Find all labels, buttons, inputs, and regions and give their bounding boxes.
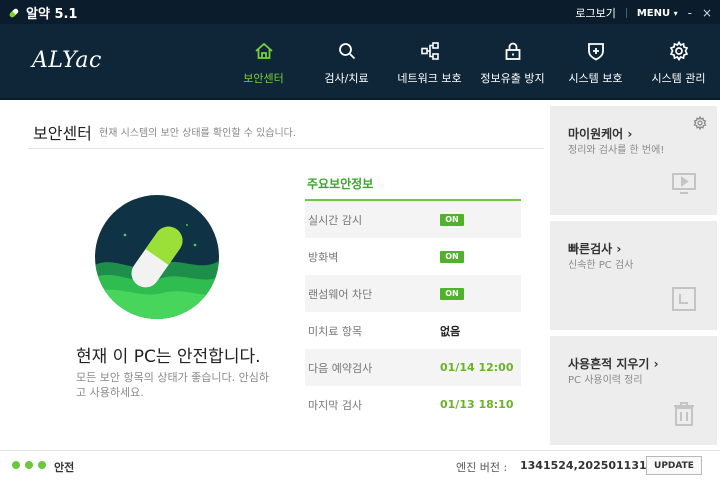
untreated-value: 없음 (440, 324, 461, 338)
card-title: 마이원케어 › (568, 127, 633, 141)
chevron-down-icon: ▾ (673, 8, 678, 18)
quick-scan-card[interactable]: 빠른검사 › 신속한 PC 검사 (550, 221, 717, 330)
pill-logo-icon (9, 8, 19, 17)
title-bar-actions: 로그보기 MENU ▾ - × (575, 5, 712, 21)
title-bar: 알약 5.1 로그보기 MENU ▾ - × (0, 0, 720, 24)
menu-label: MENU (636, 7, 671, 19)
engine-version-label: 엔진 버전 : (456, 461, 508, 474)
divider (625, 8, 627, 18)
realtime-toggle[interactable]: ON (440, 213, 464, 226)
header-nav-bar: ALYac 보안센터 검사/치료 네트워크 보호 정보유출 방지 시스템 보호 … (0, 24, 720, 98)
info-row-realtime: 실시간 감시 ON (305, 201, 521, 238)
lock-icon (505, 42, 520, 60)
nav-label: 검사/치료 (324, 72, 369, 85)
nav-security-center[interactable]: 보안센터 (222, 24, 305, 98)
quick-actions-sidebar: 마이원케어 › 정리와 검사를 한 번에! 빠른검사 › 신속한 PC 검사 사… (544, 100, 720, 450)
card-title: 빠른검사 › (568, 242, 622, 256)
info-row-next-scan: 다음 예약검사 01/14 12:00 (305, 349, 521, 386)
nav-network[interactable]: 네트워크 보호 (388, 24, 471, 98)
safe-status-pill-icon (95, 195, 219, 319)
nav-label: 정보유출 방지 (480, 72, 545, 85)
info-row-last-scan: 마지막 검사 01/13 18:10 (305, 386, 521, 423)
scan-frame-icon (672, 287, 696, 311)
status-bar: 안전 엔진 버전 : 1341524,2025011316 UPDATE (0, 450, 720, 480)
card-description: 신속한 PC 검사 (568, 260, 634, 271)
nav-system-protect[interactable]: 시스템 보호 (554, 24, 637, 98)
nav-label: 네트워크 보호 (397, 72, 462, 85)
next-scan-value: 01/14 12:00 (440, 361, 514, 374)
info-label: 랜섬웨어 차단 (308, 287, 373, 301)
home-icon (254, 42, 273, 59)
gear-icon[interactable] (693, 116, 707, 130)
safe-status-label: 안전 (54, 461, 75, 474)
key-security-info: 주요보안정보 실시간 감시 ON 방화벽 ON 랜섬웨어 차단 ON 미치료 항… (305, 175, 521, 423)
nav-info-leak[interactable]: 정보유출 방지 (471, 24, 554, 98)
info-label: 미치료 항목 (308, 324, 363, 338)
divider (28, 148, 544, 149)
shield-plus-icon (587, 43, 604, 61)
firewall-toggle[interactable]: ON (440, 250, 464, 263)
info-row-firewall: 방화벽 ON (305, 238, 521, 275)
my-one-care-card[interactable]: 마이원케어 › 정리와 검사를 한 번에! (550, 106, 717, 215)
main-nav: 보안센터 검사/치료 네트워크 보호 정보유출 방지 시스템 보호 시스템 관리 (222, 24, 720, 98)
card-description: 정리와 검사를 한 번에! (568, 145, 665, 156)
info-label: 방화벽 (308, 250, 339, 264)
info-row-untreated: 미치료 항목 없음 (305, 312, 521, 349)
monitor-play-icon (672, 173, 696, 194)
card-description: PC 사용이력 정리 (568, 375, 643, 386)
page-description: 현재 시스템의 보안 상태를 확인할 수 있습니다. (99, 128, 297, 139)
engine-version-value: 1341524,2025011316 (520, 459, 655, 472)
nav-label: 시스템 보호 (568, 72, 623, 85)
info-label: 다음 예약검사 (308, 361, 373, 375)
status-headline: 현재 이 PC는 안전합니다. (76, 347, 261, 367)
close-button[interactable]: × (702, 6, 712, 20)
nav-scan[interactable]: 검사/치료 (305, 24, 388, 98)
info-list: 실시간 감시 ON 방화벽 ON 랜섬웨어 차단 ON 미치료 항목 없음 다음… (305, 201, 521, 423)
status-subtext: 모든 보안 항목의 상태가 좋습니다. 안심하고 사용하세요. (76, 371, 270, 399)
info-heading: 주요보안정보 (305, 175, 521, 201)
trash-icon (674, 402, 694, 426)
minimize-button[interactable]: - (688, 6, 692, 20)
clear-traces-card[interactable]: 사용흔적 지우기 › PC 사용이력 정리 (550, 336, 717, 445)
card-title: 사용흔적 지우기 › (568, 357, 659, 371)
info-row-ransomware: 랜섬웨어 차단 ON (305, 275, 521, 312)
menu-button[interactable]: MENU ▾ (637, 8, 678, 19)
update-button[interactable]: UPDATE (646, 456, 702, 475)
ransomware-toggle[interactable]: ON (440, 287, 464, 300)
nav-label: 보안센터 (243, 72, 284, 85)
alyac-logo: ALYac (32, 48, 102, 73)
search-icon (338, 43, 355, 60)
gear-icon (669, 40, 688, 62)
app-title: 알약 5.1 (8, 3, 77, 22)
page-title: 보안센터 (33, 124, 92, 143)
log-view-link[interactable]: 로그보기 (575, 5, 615, 21)
nav-label: 시스템 관리 (651, 72, 706, 85)
last-scan-value: 01/13 18:10 (440, 398, 514, 411)
nav-system-manage[interactable]: 시스템 관리 (637, 24, 720, 98)
network-icon (420, 42, 439, 60)
security-center-panel: 보안센터 현재 시스템의 보안 상태를 확인할 수 있습니다. 현재 이 PC는… (0, 100, 544, 450)
window-title: 알약 5.1 (26, 7, 78, 22)
info-label: 실시간 감시 (308, 213, 363, 227)
info-label: 마지막 검사 (308, 398, 363, 412)
status-dots-icon (12, 461, 46, 469)
